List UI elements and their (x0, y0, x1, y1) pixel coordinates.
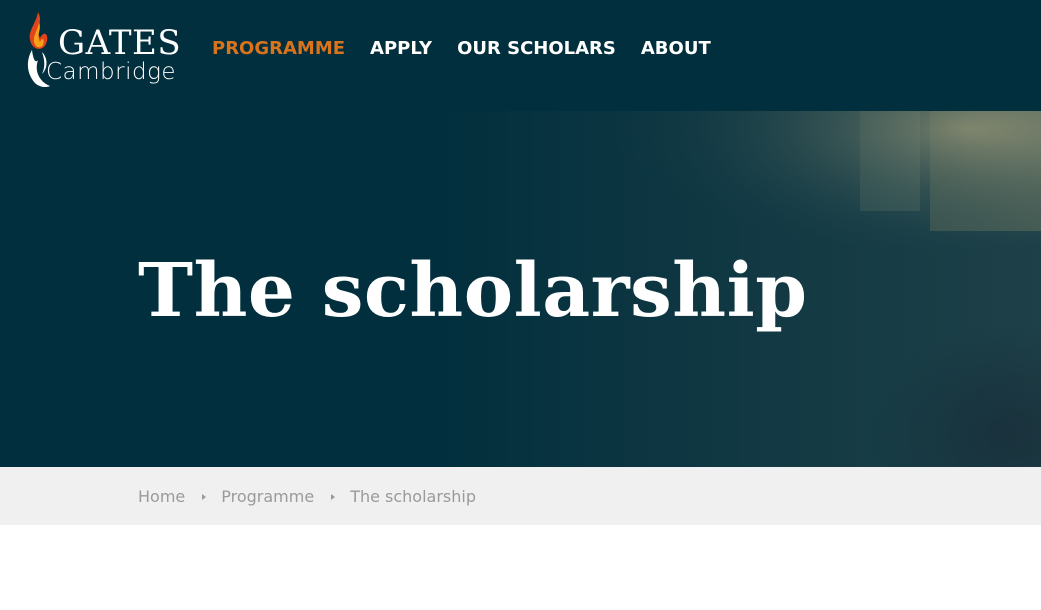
breadcrumb-separator-icon (331, 494, 336, 500)
breadcrumb: Home Programme The scholarship (0, 467, 1041, 525)
site-header: GATES Cambridge PROGRAMME APPLY OUR SCHO… (0, 0, 1041, 111)
logo-wordmark-gates: GATES (58, 23, 182, 63)
breadcrumb-separator-icon (202, 494, 207, 500)
page-title: The scholarship (138, 248, 808, 334)
main-nav: PROGRAMME APPLY OUR SCHOLARS ABOUT (212, 37, 736, 61)
breadcrumb-programme[interactable]: Programme (221, 487, 314, 507)
nav-item-our-scholars[interactable]: OUR SCHOLARS (457, 37, 616, 61)
nav-item-apply[interactable]: APPLY (370, 37, 432, 61)
nav-item-about[interactable]: ABOUT (641, 37, 711, 61)
hero-banner: The scholarship (0, 111, 1041, 467)
breadcrumb-current: The scholarship (350, 487, 476, 506)
logo-wordmark-cambridge: Cambridge (46, 59, 177, 85)
nav-item-programme[interactable]: PROGRAMME (212, 37, 345, 61)
gates-cambridge-logo[interactable]: GATES Cambridge (24, 10, 184, 90)
breadcrumb-home[interactable]: Home (138, 487, 185, 507)
